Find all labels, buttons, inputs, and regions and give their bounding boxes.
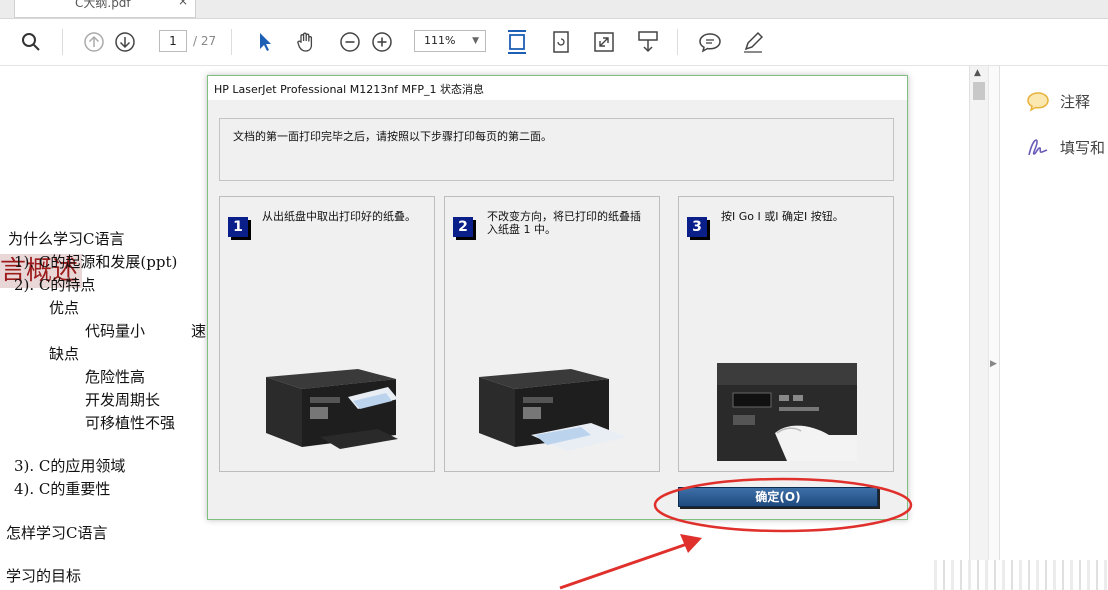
- step-instruction: 不改变方向，将已打印的纸叠插入纸盘 1 中。: [487, 210, 641, 236]
- page-down-icon[interactable]: [110, 27, 140, 57]
- fit-page-icon[interactable]: [502, 27, 532, 57]
- printer-control-panel-illustration: [717, 363, 857, 461]
- printer-status-dialog: HP LaserJet Professional M1213nf MFP_1 状…: [207, 75, 908, 520]
- scroll-thumb[interactable]: [973, 82, 985, 100]
- step-number-badge: 1: [228, 217, 248, 237]
- select-arrow-icon[interactable]: [250, 27, 280, 57]
- dialog-message-box: 文档的第一面打印完毕之后，请按照以下步骤打印每页的第二面。: [219, 118, 894, 181]
- dialog-titlebar[interactable]: HP LaserJet Professional M1213nf MFP_1 状…: [208, 76, 907, 100]
- step-panel-3: 3 按I Go I 或I 确定I 按钮。: [678, 196, 894, 472]
- page-total: / 27: [193, 34, 217, 48]
- page-up-icon[interactable]: [79, 27, 109, 57]
- step-panel-2: 2 不改变方向，将已打印的纸叠插入纸盘 1 中。: [444, 196, 660, 472]
- doc-line: 2). C的特点: [14, 276, 96, 294]
- doc-line: 可移植性不强: [85, 414, 176, 432]
- comment-bubble-icon: [1027, 92, 1049, 112]
- doc-line: 怎样学习C语言: [6, 524, 108, 542]
- toolbar: 1 / 27 111% ▼: [0, 19, 1108, 66]
- doc-line: 1). C的起源和发展(ppt): [14, 253, 178, 271]
- printer-illustration: [479, 369, 627, 451]
- full-screen-icon[interactable]: [589, 27, 619, 57]
- doc-line: 3). C的应用领域: [14, 457, 126, 475]
- doc-line: 缺点: [49, 345, 80, 363]
- document-tab[interactable]: C大纲.pdf ×: [14, 0, 196, 18]
- doc-line: 代码量小: [85, 322, 146, 340]
- zoom-out-icon[interactable]: [335, 27, 365, 57]
- step-number-badge: 2: [453, 217, 473, 237]
- step-instruction: 从出纸盘中取出打印好的纸叠。: [262, 210, 416, 223]
- chevron-down-icon: ▼: [472, 36, 479, 46]
- read-mode-icon[interactable]: [633, 27, 663, 57]
- toolbar-separator: [62, 29, 63, 55]
- toolbar-separator: [677, 29, 678, 55]
- vertical-scrollbar[interactable]: ▲: [969, 66, 988, 590]
- tab-bar: C大纲.pdf ×: [0, 0, 1108, 19]
- dialog-message: 文档的第一面打印完毕之后，请按照以下步骤打印每页的第二面。: [233, 130, 552, 143]
- step-number-badge: 3: [687, 217, 707, 237]
- fill-sign-tool[interactable]: 填写和: [1026, 136, 1105, 158]
- doc-line: 优点: [49, 299, 80, 317]
- scroll-up-icon[interactable]: ▲: [974, 68, 981, 78]
- panel-collapse-handle[interactable]: ▶: [988, 66, 999, 590]
- comment-tool[interactable]: 注释: [1026, 90, 1090, 112]
- zoom-value: 111%: [424, 34, 456, 47]
- fill-sign-tool-label: 填写和: [1060, 138, 1106, 157]
- right-tools-panel: 注释 填写和: [999, 66, 1108, 590]
- doc-line: 4). C的重要性: [14, 480, 111, 498]
- page-number-input[interactable]: 1: [159, 30, 187, 52]
- ok-button[interactable]: 确定(O): [678, 487, 878, 507]
- tab-close-icon[interactable]: ×: [178, 0, 188, 8]
- zoom-select[interactable]: 111% ▼: [414, 30, 486, 52]
- zoom-in-icon[interactable]: [367, 27, 397, 57]
- comment-icon[interactable]: [695, 27, 725, 57]
- doc-line: 为什么学习C语言: [8, 230, 125, 248]
- doc-line: 危险性高: [85, 368, 146, 386]
- rendering-artifact: [928, 560, 1108, 590]
- chevron-right-icon: ▶: [990, 359, 997, 369]
- pen-icon[interactable]: [738, 27, 768, 57]
- doc-line: 学习的目标: [6, 567, 82, 585]
- tab-label: C大纲.pdf: [75, 0, 131, 10]
- doc-line: 开发周期长: [85, 391, 161, 409]
- hand-tool-icon[interactable]: [291, 27, 321, 57]
- step-panel-1: 1 从出纸盘中取出打印好的纸叠。: [219, 196, 435, 472]
- doc-line: 速: [191, 322, 207, 340]
- rotate-page-icon[interactable]: [546, 27, 576, 57]
- comment-tool-label: 注释: [1060, 92, 1091, 111]
- printer-illustration: [266, 369, 398, 449]
- toolbar-separator: [231, 29, 232, 55]
- signature-icon: [1028, 139, 1048, 156]
- step-instruction: 按I Go I 或I 确定I 按钮。: [721, 210, 844, 223]
- search-icon[interactable]: [16, 27, 46, 57]
- dialog-title: HP LaserJet Professional M1213nf MFP_1 状…: [214, 83, 484, 96]
